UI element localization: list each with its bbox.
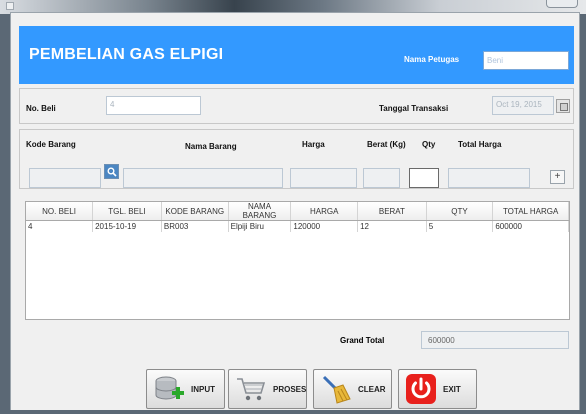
proses-button-label: PROSES xyxy=(273,384,307,394)
column-header[interactable]: QTY xyxy=(426,202,494,221)
exit-button[interactable]: EXIT xyxy=(398,369,477,409)
officer-label: Nama Petugas xyxy=(404,55,460,64)
exit-button-label: EXIT xyxy=(443,384,461,394)
window-corner-icon xyxy=(6,2,14,10)
column-header[interactable]: NO. BELI xyxy=(26,202,94,221)
grand-total-field: 600000 xyxy=(421,331,569,349)
table-cell: 12 xyxy=(357,220,427,232)
proses-button[interactable]: PROSES xyxy=(228,369,307,409)
total-harga-label: Total Harga xyxy=(458,140,502,149)
date-field[interactable]: Oct 19, 2015 xyxy=(492,96,554,115)
purchase-table[interactable]: NO. BELI TGL. BELI KODE BARANG NAMA BARA… xyxy=(25,201,570,320)
broom-icon xyxy=(322,375,351,404)
search-button[interactable] xyxy=(104,164,119,179)
plus-icon: + xyxy=(554,171,561,182)
column-header[interactable]: TOTAL HARGA xyxy=(492,202,569,221)
item-entry-panel: Kode Barang Nama Barang Harga Berat (Kg)… xyxy=(19,129,574,189)
form-header: PEMBELIAN GAS ELPIGI Nama Petugas Beni xyxy=(19,26,574,84)
kode-barang-label: Kode Barang xyxy=(26,140,76,149)
calendar-icon[interactable] xyxy=(556,99,570,113)
power-icon xyxy=(406,374,436,404)
officer-field[interactable]: Beni xyxy=(483,51,569,70)
grand-total-label: Grand Total xyxy=(340,336,385,345)
qty-label: Qty xyxy=(422,140,436,149)
database-add-icon xyxy=(155,376,184,400)
column-header[interactable]: BERAT xyxy=(357,202,427,221)
no-beli-label: No. Beli xyxy=(26,104,56,113)
berat-label: Berat (Kg) xyxy=(367,140,406,149)
purchase-info-panel: No. Beli 4 Tanggal Transaksi Oct 19, 201… xyxy=(19,88,574,124)
clear-button-label: CLEAR xyxy=(358,384,386,394)
table-cell: 120000 xyxy=(290,220,359,232)
table-cell: 600000 xyxy=(492,220,569,232)
clear-button[interactable]: CLEAR xyxy=(313,369,392,409)
berat-field[interactable] xyxy=(363,168,400,188)
input-button[interactable]: INPUT xyxy=(146,369,225,409)
column-header[interactable]: NAMA BARANG xyxy=(228,202,292,221)
table-row[interactable]: 4 2015-10-19 BR003 Elpiji Biru 120000 12… xyxy=(26,220,569,232)
date-label: Tanggal Transaksi xyxy=(379,104,449,113)
table-header-row: NO. BELI TGL. BELI KODE BARANG NAMA BARA… xyxy=(26,202,569,221)
cart-icon xyxy=(237,378,266,401)
table-cell: 4 xyxy=(26,220,94,232)
search-icon xyxy=(107,167,117,177)
total-harga-field[interactable] xyxy=(448,168,530,188)
table-cell: BR003 xyxy=(161,220,229,232)
page-title: PEMBELIAN GAS ELPIGI xyxy=(29,46,224,63)
input-button-label: INPUT xyxy=(191,384,215,394)
add-item-button[interactable]: + xyxy=(550,170,565,184)
window-close-button[interactable] xyxy=(546,0,578,8)
harga-label: Harga xyxy=(302,140,325,149)
column-header[interactable]: KODE BARANG xyxy=(161,202,229,221)
nama-barang-label: Nama Barang xyxy=(185,142,237,151)
harga-field[interactable] xyxy=(290,168,357,188)
nama-barang-field[interactable] xyxy=(123,168,283,188)
column-header[interactable]: HARGA xyxy=(290,202,359,221)
window-bottom-edge xyxy=(0,410,586,414)
qty-field[interactable] xyxy=(409,168,439,188)
table-cell: 5 xyxy=(426,220,494,232)
table-cell: Elpiji Biru xyxy=(228,220,292,232)
table-cell: 2015-10-19 xyxy=(92,220,162,232)
kode-barang-field[interactable] xyxy=(29,168,101,188)
main-form: PEMBELIAN GAS ELPIGI Nama Petugas Beni N… xyxy=(10,12,580,412)
no-beli-field[interactable]: 4 xyxy=(106,96,201,115)
column-header[interactable]: TGL. BELI xyxy=(92,202,162,221)
